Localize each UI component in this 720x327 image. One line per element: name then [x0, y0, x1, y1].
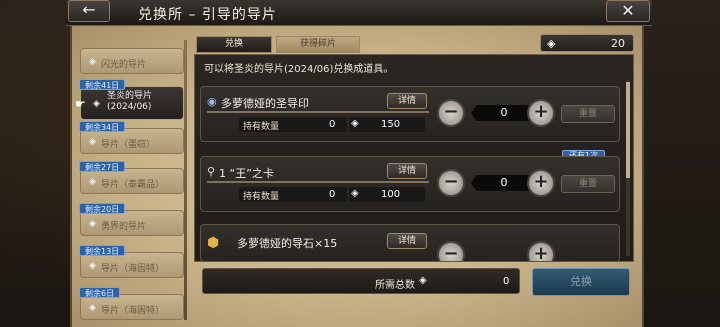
increase-button[interactable]: + — [527, 241, 555, 261]
detail-button[interactable]: 详情 — [387, 93, 427, 109]
diamond-icon: ◈ — [89, 57, 96, 67]
page-title: 兑换所 – 引导的导片 — [138, 7, 277, 23]
currency-counter: ◈ 20 — [540, 34, 634, 52]
days-badge: 剩余34日 — [79, 121, 126, 132]
diamond-icon: ◈ — [89, 219, 96, 229]
back-button[interactable]: ← — [68, 0, 110, 22]
pointer-hand-icon: ☛ — [75, 97, 86, 111]
owned-label: 持有数量 — [243, 192, 280, 202]
exchange-item-card: ◉ 多萝德娅的圣导印 详情 持有数量 0 ◈ 150 − 0 + 重置 — [200, 86, 620, 142]
scrollbar-thumb[interactable] — [626, 82, 630, 178]
diamond-icon: ◈ — [89, 261, 96, 271]
decrease-button[interactable]: − — [437, 241, 465, 261]
sidebar-item-label: 圣炎的导片 (2024/06) — [107, 91, 153, 112]
stone-icon: ⬢ — [207, 235, 220, 251]
days-badge: 剩余20日 — [79, 203, 126, 214]
sidebar-item-label: 闪光的导片 — [101, 60, 147, 70]
total-bar: 所需总数 ◈ 0 — [202, 268, 520, 294]
exchange-description: 可以将圣炎的导片(2024/06)兑换成道具。 — [204, 64, 394, 75]
decrease-button[interactable]: − — [437, 169, 465, 197]
tab-exchange[interactable]: 兑换 — [196, 36, 272, 53]
sidebar-item-label: 导片（海固特） — [101, 306, 165, 316]
days-badge: 剩余6日 — [79, 287, 121, 298]
diamond-icon: ◈ — [89, 137, 96, 147]
sidebar-item-4[interactable]: 剩余20日 ◈ 勇界的导片 — [79, 203, 184, 236]
cost-value: 100 — [381, 189, 401, 200]
diamond-icon: ◈ — [89, 177, 96, 187]
owned-label: 持有数量 — [243, 122, 280, 132]
sidebar-item-label: 导片（海固特） — [101, 264, 165, 274]
days-badge: 剩余41日 — [79, 79, 126, 90]
item-count: 1 — [219, 167, 226, 180]
reset-button[interactable]: 重置 — [561, 175, 615, 193]
reset-button[interactable]: 重置 — [561, 105, 615, 123]
diamond-icon: ◈ — [93, 99, 100, 109]
exchange-button[interactable]: 兑换 — [532, 268, 630, 296]
diamond-icon: ◈ — [547, 37, 556, 50]
increase-button[interactable]: + — [527, 99, 555, 127]
item-name: 1 “王”之卡 — [219, 165, 274, 181]
sidebar-item-5[interactable]: 剩余13日 ◈ 导片（海固特） — [79, 245, 184, 278]
sidebar-divider — [184, 40, 187, 320]
cost-value: 150 — [381, 119, 401, 130]
sidebar-item-label: 勇界的导片 — [101, 222, 147, 232]
item-name: 多萝德娅的导石×15 — [237, 237, 338, 250]
sidebar-item-label: 导片（泰霸品） — [101, 180, 165, 190]
decrease-button[interactable]: − — [437, 99, 465, 127]
detail-button[interactable]: 详情 — [387, 233, 427, 249]
sidebar-item-3[interactable]: 剩余27日 ◈ 导片（泰霸品） — [79, 161, 184, 194]
diamond-icon: ◈ — [351, 188, 359, 199]
divider — [207, 111, 429, 113]
item-name: 多萝德娅的圣导印 — [221, 97, 309, 110]
close-button[interactable]: ✕ — [606, 0, 650, 22]
detail-button[interactable]: 详情 — [387, 163, 427, 179]
days-badge: 剩余13日 — [79, 245, 126, 256]
close-icon: ✕ — [621, 1, 635, 20]
owned-value: 0 — [329, 189, 336, 200]
sidebar-item-0[interactable]: ◈ 闪光的导片 — [80, 48, 184, 74]
diamond-icon: ◈ — [419, 275, 427, 286]
seal-icon: ◉ — [207, 95, 217, 108]
total-value: 0 — [503, 276, 510, 287]
exchange-item-card: ⬢ 多萝德娅的导石×15 详情 − + — [200, 224, 620, 262]
item-name-text: “王”之卡 — [229, 167, 274, 180]
fragment-sidebar[interactable]: ◈ 闪光的导片 剩余41日 ☛ ◈ 圣炎的导片 (2024/06) 剩余34日 … — [72, 30, 190, 327]
owned-value: 0 — [329, 119, 336, 130]
card-icon: ⚲ — [207, 165, 216, 178]
diamond-icon: ◈ — [351, 118, 359, 129]
total-label: 所需总数 — [375, 280, 415, 291]
increase-button[interactable]: + — [527, 169, 555, 197]
tab-get-fragments[interactable]: 获得碎片 — [276, 36, 360, 53]
diamond-icon: ◈ — [89, 303, 96, 313]
back-arrow-icon: ← — [82, 0, 96, 19]
exchange-item-card: ⚲ 1 “王”之卡 详情 持有数量 0 ◈ 100 − 0 + 重置 — [200, 156, 620, 212]
sidebar-item-label: 导片（蛋窃） — [101, 140, 156, 150]
divider — [207, 181, 429, 183]
sidebar-item-6[interactable]: 剩余6日 ◈ 导片（海固特） — [79, 287, 184, 320]
sidebar-item-1[interactable]: 剩余41日 ☛ ◈ 圣炎的导片 (2024/06) — [75, 79, 184, 120]
sidebar-item-2[interactable]: 剩余34日 ◈ 导片（蛋窃） — [79, 121, 184, 154]
days-badge: 剩余27日 — [79, 161, 126, 172]
currency-value: 20 — [611, 37, 625, 50]
